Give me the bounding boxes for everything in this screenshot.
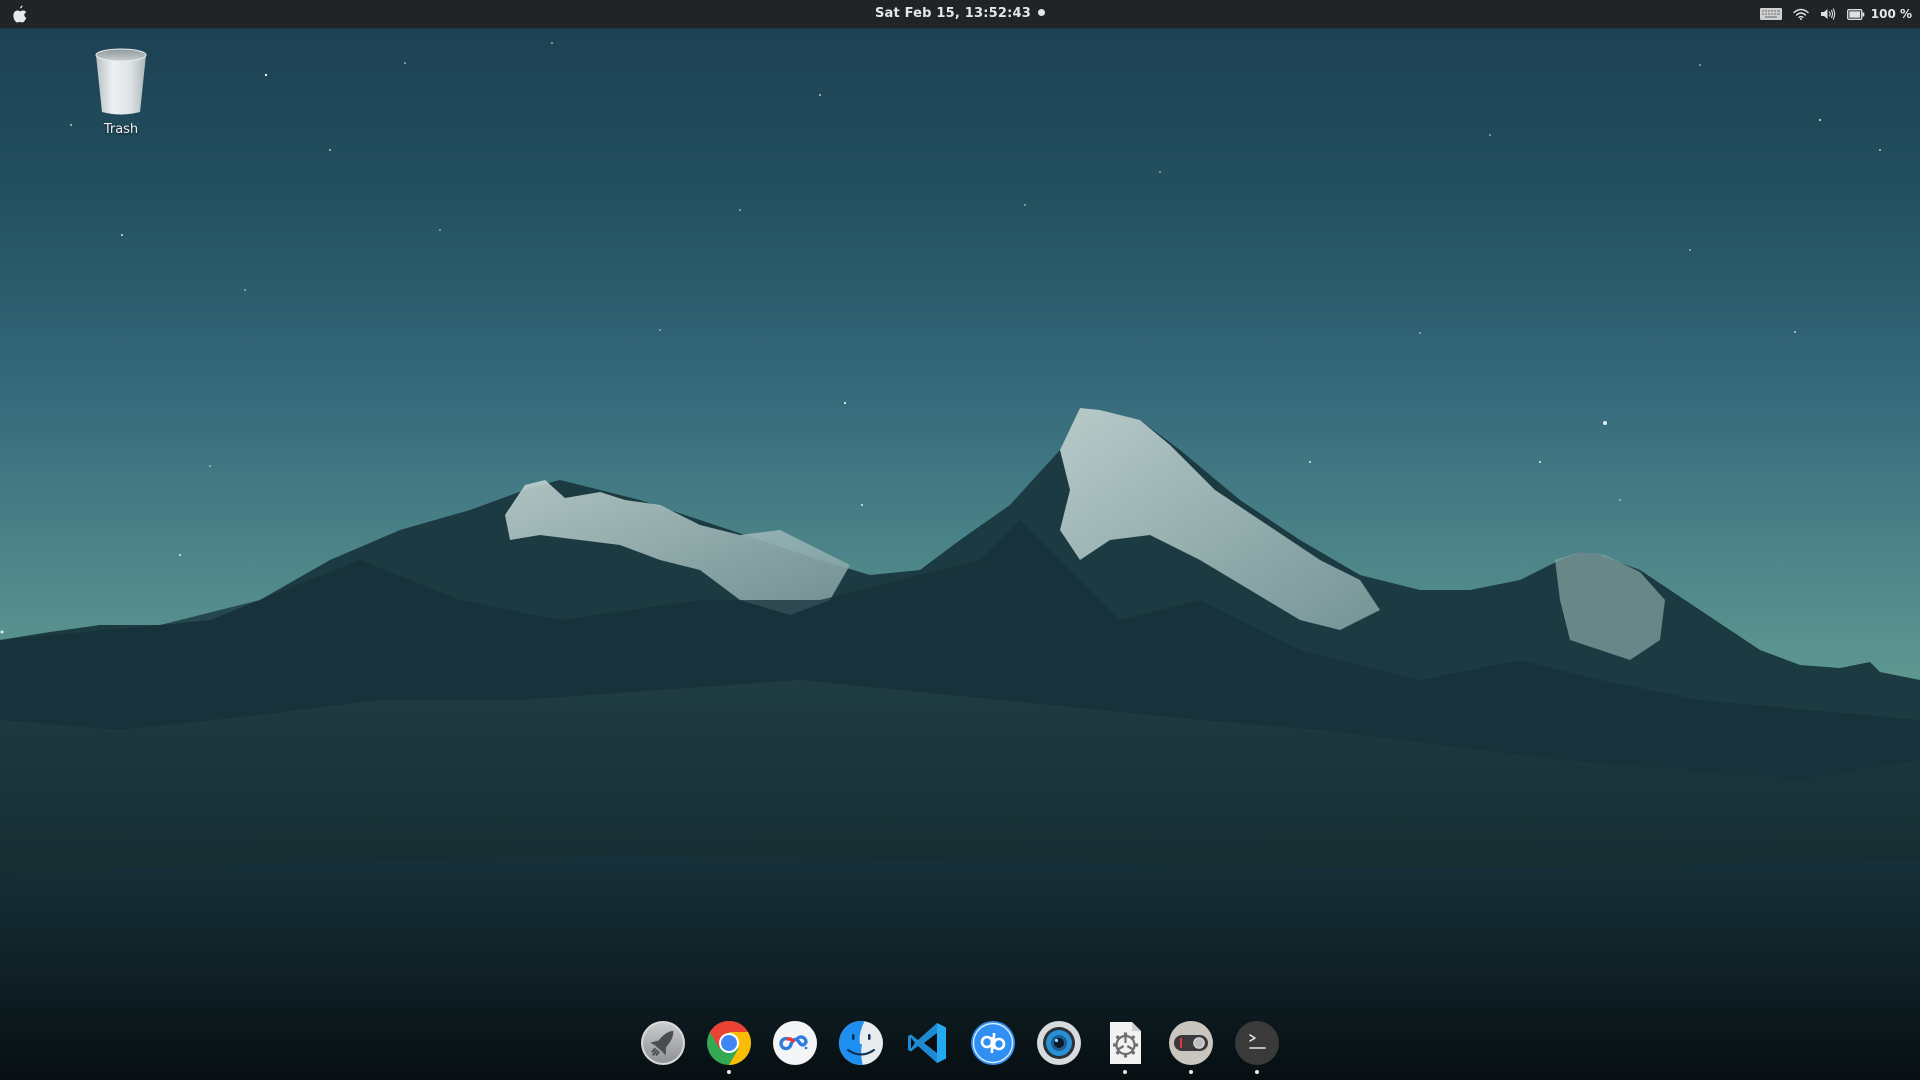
running-indicator (1123, 1070, 1127, 1074)
stars (0, 42, 1881, 634)
running-indicator (727, 1070, 731, 1074)
system-tray: 100 % (1759, 0, 1912, 28)
dock-item-finder[interactable] (838, 1020, 884, 1066)
top-menu-bar: Sat Feb 15, 13:52:43 100 % (0, 0, 1920, 29)
dock-item-baidu-netdisk[interactable] (772, 1020, 818, 1066)
dock-item-camera[interactable] (1036, 1020, 1082, 1066)
volume-icon (1820, 8, 1835, 20)
dock-item-launchpad[interactable] (640, 1020, 686, 1066)
qbittorrent-icon (971, 1021, 1015, 1065)
apple-logo-icon (13, 5, 27, 23)
desktop-icon-trash[interactable]: Trash (84, 46, 158, 137)
running-indicator (1255, 1070, 1259, 1074)
mountain-landscape (0, 42, 1920, 1080)
dock-item-qbittorrent[interactable] (970, 1020, 1016, 1066)
trash-icon (95, 48, 147, 115)
dock-item-google-chrome[interactable] (706, 1020, 752, 1074)
clock-area: Sat Feb 15, 13:52:43 (0, 0, 1920, 28)
finder-icon (839, 1021, 883, 1065)
volume-button[interactable] (1820, 8, 1836, 20)
desktop-icon-label: Trash (103, 122, 139, 137)
clock-datetime[interactable]: Sat Feb 15, 13:52:43 (875, 6, 1031, 21)
desktop-wallpaper (0, 0, 1920, 1080)
dock-item-terminal[interactable] (1234, 1020, 1280, 1074)
keyboard-layout-button[interactable] (1759, 8, 1782, 20)
rocket-icon (641, 1021, 685, 1065)
settings-file-icon (1110, 1022, 1141, 1064)
toggle-switch-icon (1169, 1021, 1213, 1065)
camera-lens-icon (1037, 1021, 1081, 1065)
wifi-button[interactable] (1793, 8, 1809, 20)
dock-item-vscode[interactable] (904, 1020, 950, 1066)
dock (0, 1010, 1920, 1080)
apple-menu-button[interactable] (10, 4, 28, 24)
chrome-icon (707, 1021, 751, 1065)
keyboard-icon (1759, 8, 1782, 20)
battery-button[interactable] (1846, 8, 1865, 20)
cloud-sync-icon (773, 1021, 817, 1065)
vscode-icon (908, 1023, 946, 1063)
notification-dot[interactable] (1038, 9, 1046, 16)
battery-icon (1846, 8, 1865, 20)
dock-item-toggle-app[interactable] (1168, 1020, 1214, 1074)
wifi-icon (1793, 8, 1809, 20)
battery-percent: 100 % (1870, 7, 1912, 21)
terminal-icon (1235, 1021, 1279, 1065)
running-indicator (1189, 1070, 1193, 1074)
dock-item-settings-file[interactable] (1102, 1020, 1148, 1074)
